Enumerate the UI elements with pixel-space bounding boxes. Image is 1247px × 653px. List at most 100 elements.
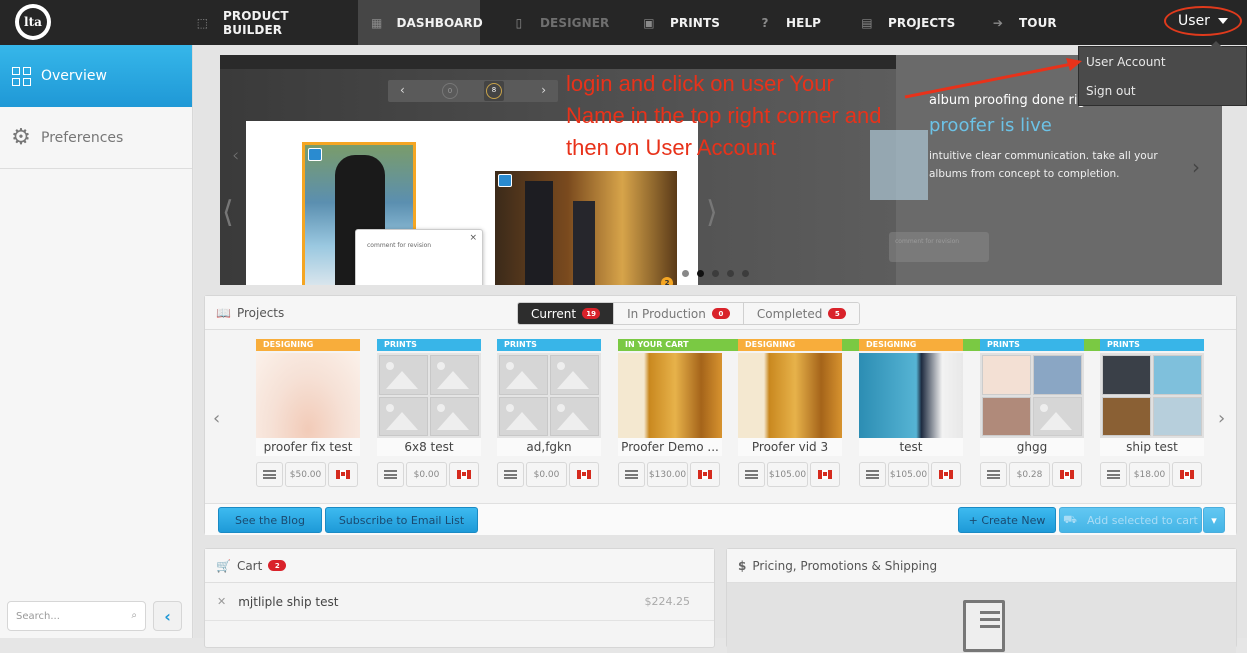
top-nav-bar: lta ⬚ PRODUCT BUILDER ▦ DASHBOARD ▯ DESI…	[0, 0, 1247, 45]
project-tabs: Current 19 In Production 0 Completed 5	[517, 302, 861, 325]
see-blog-button[interactable]: See the Blog	[218, 507, 322, 533]
image-placeholder-icon	[550, 355, 599, 395]
nav-projects[interactable]: ▤ PROJECTS	[860, 0, 960, 45]
nav-label: TOUR	[1019, 15, 1057, 30]
tab-in-production[interactable]: In Production 0	[613, 303, 743, 324]
comment-count-badge: 2	[661, 277, 673, 285]
currency-flag-button[interactable]	[449, 462, 479, 487]
project-card[interactable]: PRINTS ship test $18.00	[1100, 339, 1204, 487]
project-thumbnail[interactable]	[1100, 353, 1204, 438]
currency-flag-button[interactable]	[1172, 462, 1202, 487]
status-tag: PRINTS	[980, 339, 1084, 351]
cart-header: 🛒 Cart 2	[205, 549, 714, 583]
project-thumbnail[interactable]	[618, 353, 722, 438]
currency-flag-button[interactable]	[1052, 462, 1082, 487]
pager-next-button[interactable]: ›	[541, 83, 546, 97]
chevron-left-icon[interactable]: ‹	[232, 145, 239, 166]
collapse-sidebar-button[interactable]: ‹	[153, 601, 182, 631]
nav-dashboard[interactable]: ▦ DASHBOARD	[358, 0, 483, 45]
menu-button[interactable]	[497, 462, 524, 487]
canada-flag-icon	[939, 470, 953, 479]
mini-photo	[1102, 396, 1151, 436]
project-thumbnail[interactable]	[980, 353, 1084, 438]
nav-prints[interactable]: ▣ PRINTS	[642, 0, 732, 45]
project-card[interactable]: DESIGNING test $105.00	[859, 339, 963, 487]
project-card[interactable]: PRINTS ghgg $0.28	[980, 339, 1084, 487]
sidebar: Overview ⚙ Preferences Search... ⌕ ‹	[0, 45, 193, 638]
price-label: $0.00	[526, 462, 567, 487]
carousel-dot[interactable]	[727, 270, 734, 277]
add-selected-to-cart-button[interactable]: ⛟ Add selected to cart	[1059, 507, 1202, 533]
carousel-dot[interactable]	[682, 270, 689, 277]
nav-label: DESIGNER	[540, 15, 610, 30]
price-label: $0.00	[406, 462, 447, 487]
project-thumbnail[interactable]	[859, 353, 963, 438]
close-icon[interactable]: ×	[469, 233, 477, 243]
menu-button[interactable]	[618, 462, 645, 487]
currency-flag-button[interactable]	[810, 462, 840, 487]
nav-designer[interactable]: ▯ DESIGNER	[512, 0, 612, 45]
chevron-right-icon[interactable]: ⟩	[706, 195, 718, 230]
product-builder-icon: ⬚	[196, 15, 209, 30]
instruction-annotation: login and click on user Your Name in the…	[566, 71, 882, 160]
currency-flag-button[interactable]	[931, 462, 961, 487]
project-thumbnail[interactable]	[738, 353, 842, 438]
cart-icon: 🛒	[216, 558, 231, 573]
nav-tour[interactable]: ➔ TOUR	[991, 0, 1061, 45]
sidebar-item-preferences[interactable]: ⚙ Preferences	[0, 107, 192, 169]
tab-completed[interactable]: Completed 5	[742, 303, 860, 324]
menu-button[interactable]	[1100, 462, 1127, 487]
image-placeholder-icon	[499, 396, 548, 436]
prints-icon: ▣	[643, 15, 655, 30]
menu-button[interactable]	[980, 462, 1007, 487]
chevron-left-icon[interactable]: ⟨	[222, 195, 234, 230]
cart-item-price: $224.25	[644, 595, 691, 608]
nav-product-builder[interactable]: ⬚ PRODUCT BUILDER	[193, 0, 343, 45]
cart-item-name[interactable]: mjtliple ship test	[238, 595, 338, 609]
menu-button[interactable]	[377, 462, 404, 487]
menu-button[interactable]	[738, 462, 765, 487]
carousel-dot[interactable]	[742, 270, 749, 277]
carousel-dot[interactable]	[697, 270, 704, 277]
carousel-prev-icon[interactable]: ‹	[213, 408, 220, 429]
currency-flag-button[interactable]	[328, 462, 358, 487]
project-thumbnail[interactable]	[256, 353, 360, 438]
user-menu-button[interactable]: User	[1164, 6, 1242, 36]
photo-subject	[525, 181, 553, 285]
currency-flag-button[interactable]	[569, 462, 599, 487]
status-tag: DESIGNING	[859, 339, 963, 351]
mini-photo	[1033, 355, 1082, 395]
comment-text[interactable]: comment for revision	[367, 242, 431, 249]
canada-flag-icon	[336, 470, 350, 479]
add-to-cart-dropdown[interactable]: ▾	[1203, 507, 1225, 533]
project-thumbnail[interactable]	[377, 353, 481, 438]
image-placeholder-icon	[430, 396, 479, 436]
project-card[interactable]: PRINTS ad,fgkn $0.00	[497, 339, 601, 487]
edit-pen-icon	[498, 174, 512, 187]
nav-help[interactable]: ? HELP	[758, 0, 828, 45]
sidebar-search-input[interactable]: Search... ⌕	[7, 601, 146, 631]
project-card[interactable]: IN YOUR CART Proofer Demo ... $130.00	[618, 339, 1129, 487]
remove-icon[interactable]: ✕	[217, 595, 226, 608]
carousel-next-icon[interactable]: ›	[1218, 408, 1225, 429]
pager-prev-button[interactable]: ‹	[400, 83, 405, 97]
project-carousel: ‹ › DESIGNING proofer fix test $50.00 PR…	[205, 336, 1236, 491]
menu-item-sign-out[interactable]: Sign out	[1079, 76, 1246, 105]
project-card[interactable]: PRINTS 6x8 test $0.00	[377, 339, 481, 487]
menu-button[interactable]	[256, 462, 283, 487]
currency-flag-button[interactable]	[690, 462, 720, 487]
project-card[interactable]: DESIGNING proofer fix test $50.00	[256, 339, 360, 487]
count-badge: 5	[828, 308, 847, 319]
project-card[interactable]: DESIGNING Proofer vid 3 $105.00	[738, 339, 842, 487]
projects-footer: See the Blog Subscribe to Email List + C…	[205, 503, 1236, 535]
menu-item-user-account[interactable]: User Account	[1079, 47, 1246, 76]
menu-button[interactable]	[859, 462, 886, 487]
create-new-button[interactable]: + Create New	[958, 507, 1056, 533]
tab-current[interactable]: Current 19	[518, 303, 614, 324]
carousel-dot[interactable]	[712, 270, 719, 277]
app-logo[interactable]: lta	[15, 4, 51, 40]
subscribe-button[interactable]: Subscribe to Email List	[325, 507, 478, 533]
chevron-right-icon[interactable]: ›	[1192, 155, 1200, 179]
project-thumbnail[interactable]	[497, 353, 601, 438]
sidebar-item-overview[interactable]: Overview	[0, 45, 192, 107]
